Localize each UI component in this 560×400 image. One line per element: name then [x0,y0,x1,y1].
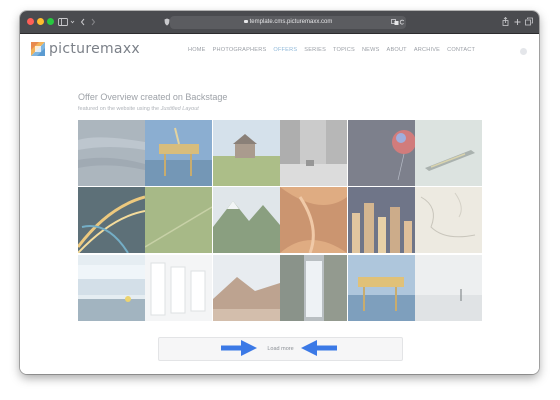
gallery-image-offshore-oil-platform[interactable] [145,120,213,186]
sidebar-icon[interactable] [58,16,68,28]
web-page: picturemaxx HOME PHOTOGRAPHERS OFFERS SERIE… [20,34,539,374]
nav-item-photographers[interactable]: PHOTOGRAPHERS [213,47,267,57]
tab-overview-icon[interactable] [525,16,533,28]
subtitle-emphasis: Justified Layout [160,106,199,112]
nav-item-offers[interactable]: OFFERS [273,47,297,57]
subtitle-text: featured on the website using the [78,106,160,112]
load-more-label: Load more [267,346,294,352]
address-bar[interactable]: template.cms.picturemaxx.com [170,16,406,29]
gallery-image-server-room[interactable] [145,254,213,321]
nav-item-series[interactable]: SERIES [304,47,326,57]
forward-icon[interactable] [90,16,96,28]
gallery-image-waterfall-cliff[interactable] [280,254,348,321]
gallery-image-abstract-orange-fold[interactable] [280,187,348,254]
gallery-image-farmhouse-field[interactable] [212,120,280,186]
minimize-window-button[interactable] [37,18,44,25]
nav-item-contact[interactable]: CONTACT [447,47,475,57]
share-icon[interactable] [502,16,509,28]
gallery-image-red-balloon-space[interactable] [347,120,415,186]
user-icon[interactable] [520,48,527,55]
back-icon[interactable] [80,16,86,28]
page-subtitle: featured on the website using the Justif… [78,106,199,112]
nav-item-archive[interactable]: ARCHIVE [414,47,440,57]
url-text: template.cms.picturemaxx.com [249,19,333,25]
load-more-button[interactable]: Load more [158,337,403,361]
left-arrow-icon [301,340,337,356]
gallery-image-old-map[interactable] [415,187,482,254]
chevron-down-icon[interactable] [70,16,75,28]
gallery-image-aerial-ship-sea[interactable] [415,120,482,186]
main-navigation: HOME PHOTOGRAPHERS OFFERS SERIES TOPICS NEWS A… [188,47,475,57]
gallery-image-desert-mountain[interactable] [212,254,280,321]
gallery-image-city-skyline-night[interactable] [347,187,415,254]
zoom-window-button[interactable] [47,18,54,25]
nav-item-topics[interactable]: TOPICS [333,47,355,57]
nav-item-news[interactable]: NEWS [362,47,380,57]
gallery-image-green-field-path[interactable] [145,187,213,254]
gallery-image-mountain-valley[interactable] [212,187,280,254]
page-title: Offer Overview created on Backstage [78,92,228,102]
gallery-image-old-city-street-bw[interactable] [280,120,348,186]
gallery-image-ice-waterfall-hiker[interactable] [78,254,145,321]
gallery-image-offshore-platform-sunset[interactable] [347,254,415,321]
gallery-image-foggy-beach-figure[interactable] [415,254,482,321]
browser-toolbar: template.cms.picturemaxx.com [20,11,539,34]
nav-item-home[interactable]: HOME [188,47,206,57]
browser-window: template.cms.picturemaxx.com picturemaxx… [20,11,539,374]
close-window-button[interactable] [27,18,34,25]
image-gallery [78,120,482,322]
logo-text: picturemaxx [49,41,140,57]
nav-item-about[interactable]: ABOUT [387,47,407,57]
right-arrow-icon [221,340,257,356]
lock-icon [243,20,248,23]
picturemaxx-logo-icon [31,42,45,56]
reload-icon[interactable] [399,16,405,28]
gallery-image-water-surface[interactable] [78,120,145,186]
new-tab-icon[interactable] [514,16,521,28]
gallery-image-light-trails[interactable] [78,187,145,254]
translate-icon[interactable] [391,16,399,28]
